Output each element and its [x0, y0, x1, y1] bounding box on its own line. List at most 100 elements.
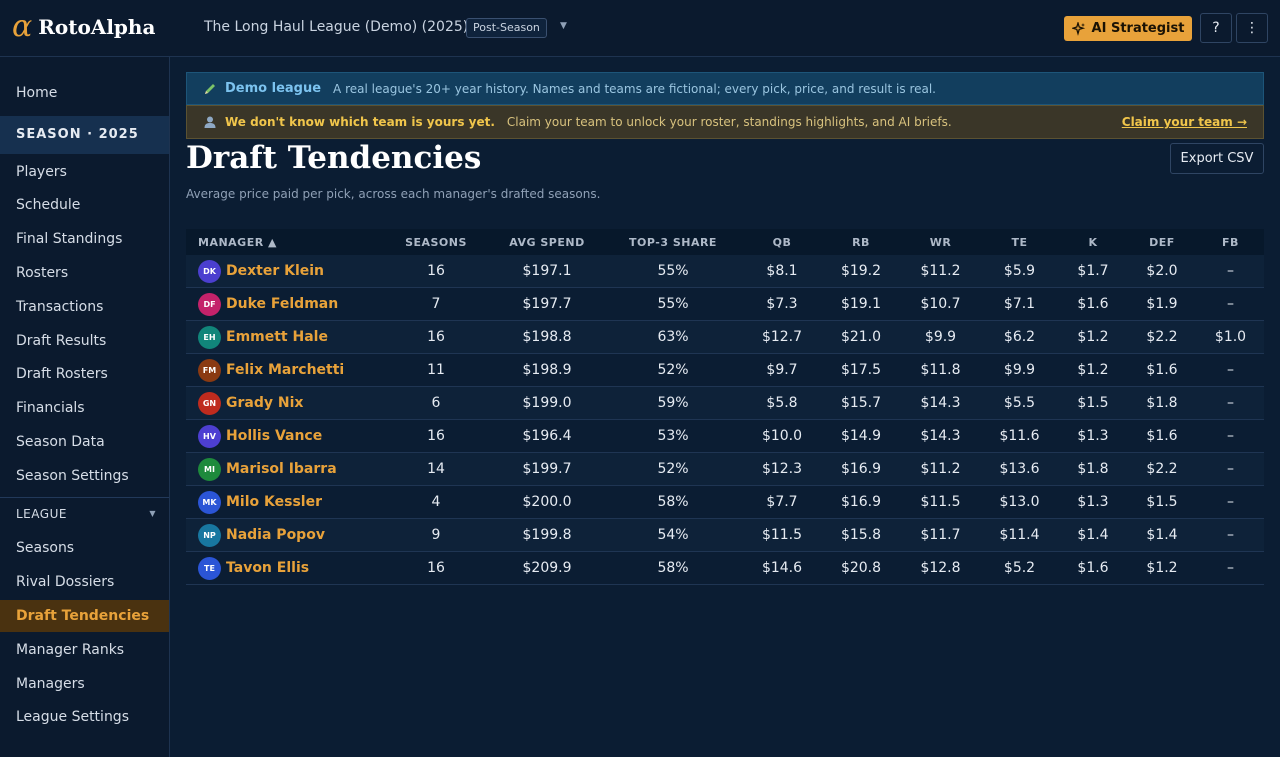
- cell-seasons: 6: [431, 395, 441, 411]
- cell-te: $6.2: [1003, 329, 1036, 345]
- avatar: TE: [198, 556, 221, 580]
- sidebar-item-schedule[interactable]: Schedule: [0, 189, 169, 221]
- cell-manager: TE Tavon Ellis: [186, 556, 381, 580]
- avatar: FM: [198, 358, 221, 382]
- column-header-def[interactable]: DEF: [1127, 236, 1197, 249]
- cell-manager: MK Milo Kessler: [186, 490, 381, 514]
- column-header-rb[interactable]: RB: [821, 236, 901, 249]
- sidebar-item-league-settings[interactable]: League Settings: [0, 701, 169, 733]
- cell-manager: EH Emmett Hale: [186, 325, 381, 349]
- cell-qb: $7.7: [766, 494, 798, 510]
- sidebar-item-final-standings[interactable]: Final Standings: [0, 223, 169, 255]
- sidebar-item-rosters[interactable]: Rosters: [0, 257, 169, 289]
- column-header-qb[interactable]: QB: [743, 236, 821, 249]
- sidebar-item-manager-ranks[interactable]: Manager Ranks: [0, 634, 169, 666]
- cell-top3-share: 59%: [657, 395, 689, 411]
- top-bar: α RotoAlpha The Long Haul League (Demo) …: [0, 0, 1280, 57]
- table-row: NP Nadia Popov 9 $199.8 54% $11.5 $15.8 $11.7 $1…: [186, 519, 1264, 552]
- manager-name-link[interactable]: Nadia Popov: [226, 527, 325, 543]
- manager-name-link[interactable]: Duke Feldman: [226, 296, 338, 312]
- cell-avg-spend: $199.8: [522, 527, 572, 543]
- manager-name-link[interactable]: Hollis Vance: [226, 428, 322, 444]
- column-header-wr[interactable]: WR: [901, 236, 980, 249]
- column-header-fb[interactable]: FB: [1197, 236, 1264, 249]
- cell-k: $1.2: [1077, 329, 1109, 345]
- cell-def: $1.6: [1146, 362, 1178, 378]
- column-header-k[interactable]: K: [1059, 236, 1127, 249]
- cell-wr: $11.2: [920, 461, 961, 477]
- column-header-seasons[interactable]: SEASONS: [381, 236, 491, 249]
- cell-manager: DF Duke Feldman: [186, 292, 381, 316]
- cell-k: $1.3: [1077, 494, 1109, 510]
- cell-fb: –: [1227, 296, 1234, 312]
- manager-name-link[interactable]: Grady Nix: [226, 395, 303, 411]
- demo-banner-text: A real league's 20+ year history. Names …: [333, 81, 936, 96]
- manager-name-link[interactable]: Milo Kessler: [226, 494, 322, 510]
- avatar: NP: [198, 523, 221, 547]
- cell-k: $1.7: [1077, 263, 1109, 279]
- cell-seasons: 16: [427, 329, 445, 345]
- manager-name-link[interactable]: Tavon Ellis: [226, 560, 309, 576]
- cell-seasons: 16: [427, 263, 445, 279]
- cell-rb: $17.5: [840, 362, 882, 378]
- avatar: DK: [198, 259, 221, 283]
- league-section-toggle[interactable]: LEAGUE ▼: [16, 507, 156, 521]
- sidebar-item-rival-dossiers[interactable]: Rival Dossiers: [0, 566, 169, 598]
- cell-qb: $5.8: [766, 395, 798, 411]
- table-row: HV Hollis Vance 16 $196.4 53% $10.0 $14.9 $14.3…: [186, 420, 1264, 453]
- sidebar-item-season-data[interactable]: Season Data: [0, 426, 169, 458]
- column-header-top3-share[interactable]: TOP-3 SHARE: [603, 236, 743, 249]
- cell-top3-share: 52%: [657, 362, 689, 378]
- cell-wr: $12.8: [920, 560, 961, 576]
- cell-qb: $9.7: [766, 362, 798, 378]
- cell-rb: $15.7: [840, 395, 882, 411]
- manager-name-link[interactable]: Felix Marchetti: [226, 362, 344, 378]
- chevron-down-icon: ▼: [149, 509, 156, 518]
- ai-strategist-button[interactable]: AI Strategist: [1064, 16, 1192, 41]
- cell-qb: $7.3: [766, 296, 798, 312]
- manager-name-link[interactable]: Dexter Klein: [226, 263, 324, 279]
- ai-strategist-label: AI Strategist: [1091, 21, 1185, 36]
- column-header-avg-spend[interactable]: AVG SPEND: [491, 236, 603, 249]
- logo[interactable]: α RotoAlpha: [12, 12, 155, 42]
- help-button[interactable]: ?: [1200, 13, 1232, 43]
- sidebar-item-draft-rosters[interactable]: Draft Rosters: [0, 358, 169, 390]
- export-csv-button[interactable]: Export CSV: [1170, 143, 1264, 174]
- cell-k: $1.8: [1077, 461, 1109, 477]
- claim-team-link[interactable]: Claim your team →: [1122, 115, 1247, 129]
- column-header-manager[interactable]: MANAGER ▲: [186, 236, 381, 249]
- demo-banner: Demo league A real league's 20+ year his…: [186, 72, 1264, 105]
- sidebar-item-draft-results[interactable]: Draft Results: [0, 325, 169, 357]
- cell-te: $11.6: [999, 428, 1040, 444]
- more-vertical-icon: ⋮: [1245, 20, 1259, 36]
- sidebar-item-players[interactable]: Players: [0, 156, 169, 188]
- cell-te: $7.1: [1003, 296, 1036, 312]
- phase-select[interactable]: Post-Season: [466, 18, 547, 38]
- column-header-te[interactable]: TE: [980, 236, 1059, 249]
- chevron-down-icon[interactable]: ▼: [560, 21, 567, 31]
- cell-avg-spend: $198.9: [522, 362, 572, 378]
- help-icon: ?: [1212, 20, 1220, 36]
- manager-name-link[interactable]: Emmett Hale: [226, 329, 328, 345]
- sidebar-item-seasons[interactable]: Seasons: [0, 532, 169, 564]
- cell-rb: $21.0: [840, 329, 882, 345]
- sidebar-item-home[interactable]: Home: [0, 77, 169, 109]
- league-name[interactable]: The Long Haul League (Demo) (2025): [204, 19, 468, 35]
- cell-te: $5.5: [1003, 395, 1036, 411]
- cell-fb: $1.0: [1214, 329, 1247, 345]
- more-menu-button[interactable]: ⋮: [1236, 13, 1268, 43]
- cell-avg-spend: $199.0: [522, 395, 572, 411]
- manager-name-link[interactable]: Marisol Ibarra: [226, 461, 337, 477]
- cell-rb: $19.1: [840, 296, 882, 312]
- app-name: RotoAlpha: [38, 15, 156, 39]
- table-body: DK Dexter Klein 16 $197.1 55% $8.1 $19.2 $11.2 $…: [186, 255, 1264, 585]
- cell-wr: $11.2: [920, 263, 961, 279]
- cell-te: $5.9: [1003, 263, 1036, 279]
- sidebar-item-transactions[interactable]: Transactions: [0, 291, 169, 323]
- avatar: GN: [198, 391, 221, 415]
- sidebar-item-managers[interactable]: Managers: [0, 668, 169, 700]
- table-row: MK Milo Kessler 4 $200.0 58% $7.7 $16.9 $11.5 $1…: [186, 486, 1264, 519]
- sidebar-item-season-settings[interactable]: Season Settings: [0, 460, 169, 492]
- sidebar-item-financials[interactable]: Financials: [0, 392, 169, 424]
- sidebar-item-draft-tendencies[interactable]: Draft Tendencies: [0, 600, 169, 632]
